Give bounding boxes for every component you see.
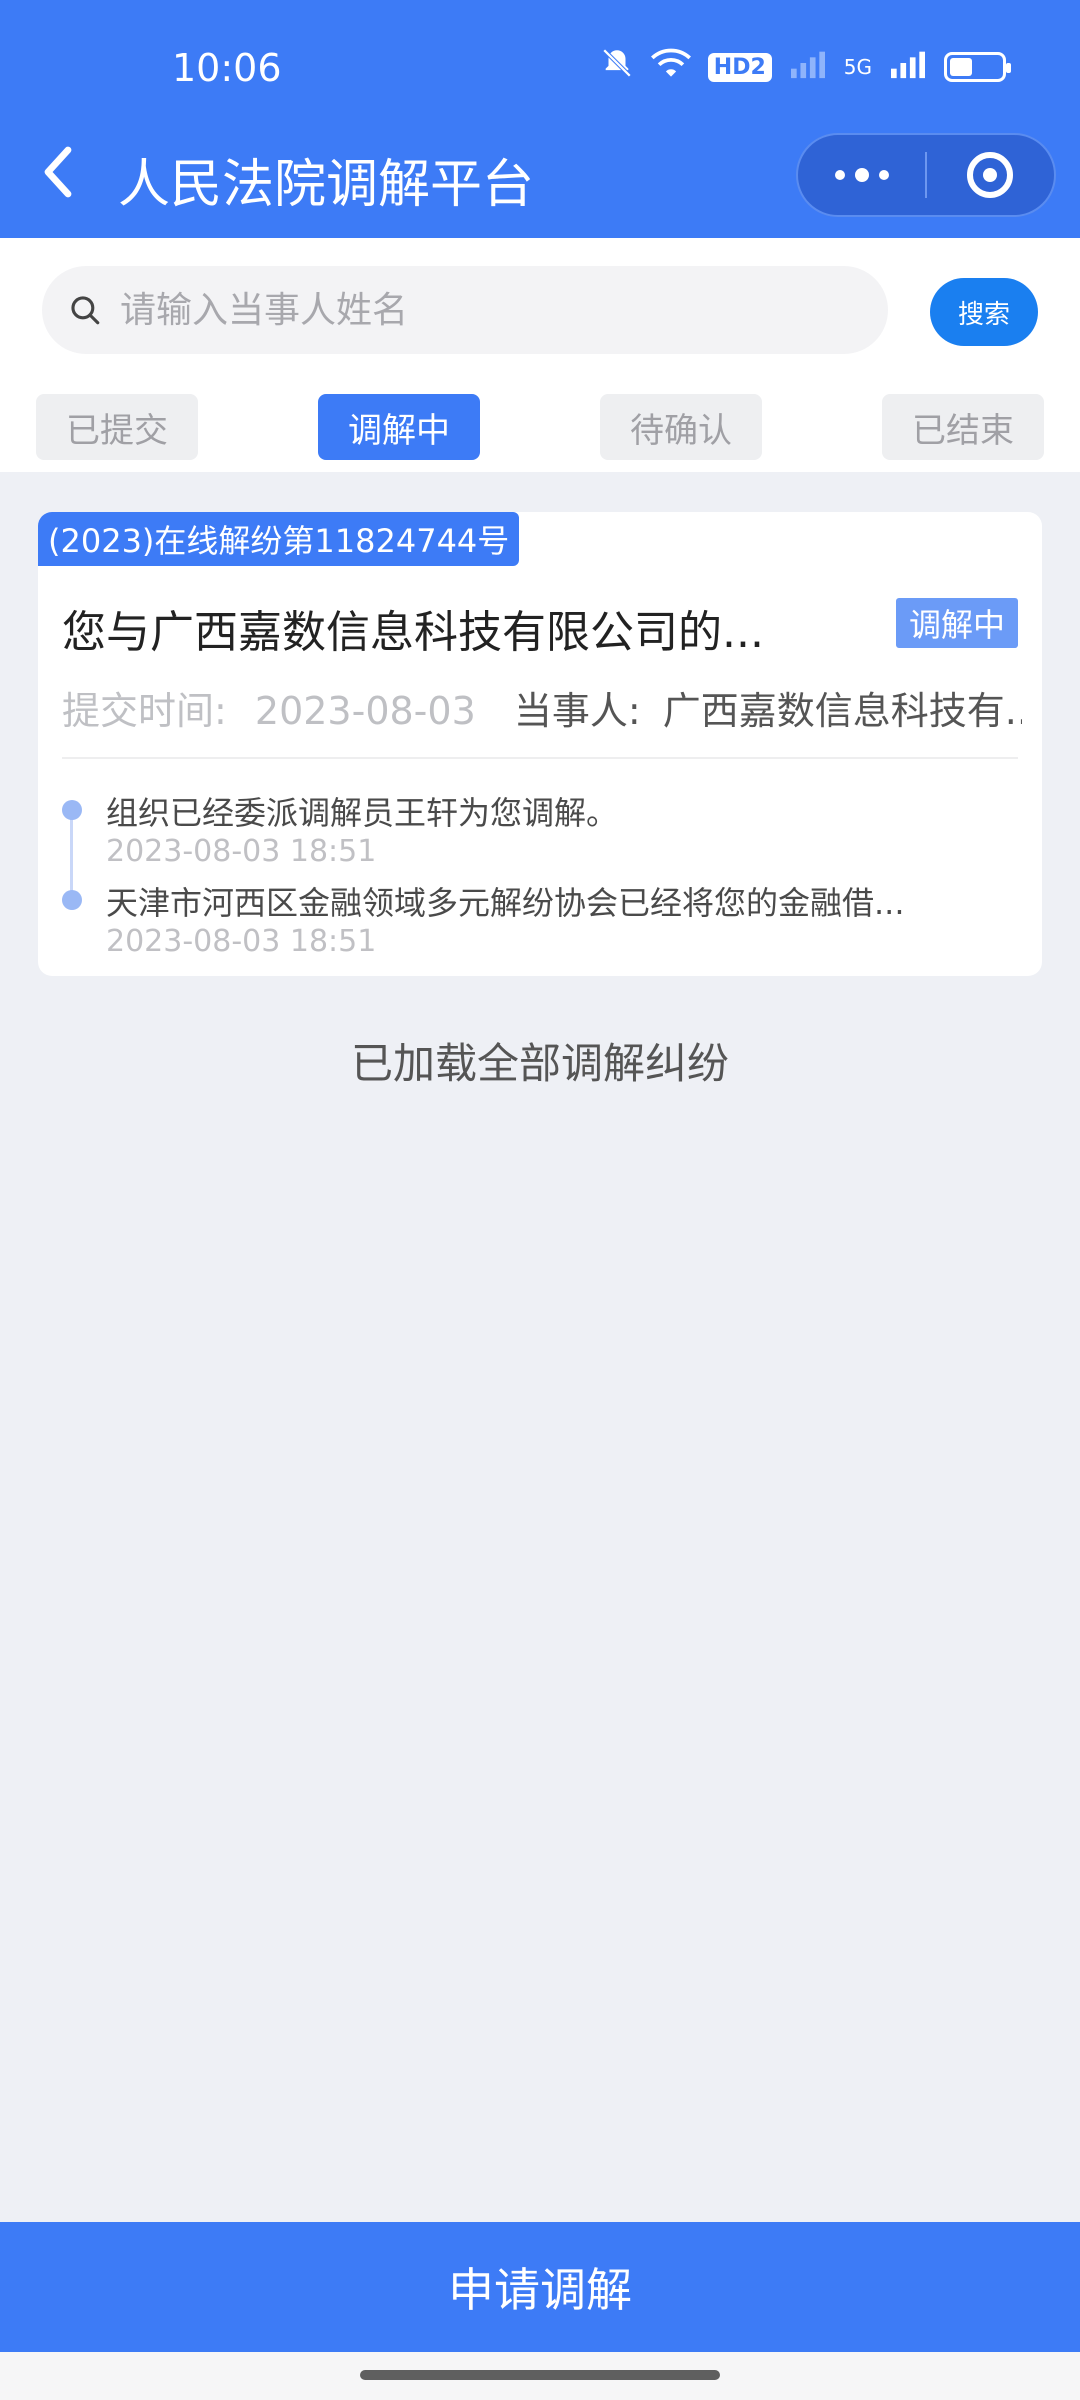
close-mini-program-button[interactable] <box>927 135 1054 215</box>
case-number-badge: (2023)在线解纷第11824744号 <box>38 512 520 566</box>
list-end-message: 已加载全部调解纠纷 <box>350 1039 729 1088</box>
timeline-item-text: 组织已经委派调解员王轩为您调解。 <box>106 794 619 832</box>
chevron-left-icon <box>44 146 72 198</box>
card-divider <box>62 757 1018 759</box>
timeline-dot <box>62 890 82 910</box>
tab-finished[interactable]: 已结束 <box>882 394 1044 460</box>
battery-icon <box>944 52 1011 82</box>
signal-icon-sim2 <box>888 46 928 88</box>
status-badge: 调解中 <box>896 598 1018 648</box>
status-icons: HD2 5G <box>600 46 1011 88</box>
more-dots-icon <box>834 170 845 180</box>
gesture-bar <box>0 2352 1080 2400</box>
timeline-item-time: 2023-08-03 18:51 <box>106 924 377 959</box>
signal-icon-sim1 <box>788 46 828 88</box>
wifi-icon <box>650 46 692 88</box>
search-icon <box>71 296 100 325</box>
hd-voice-icon: HD2 <box>707 52 772 82</box>
case-meta: 提交时间: 2023-08-03 当事人: 广西嘉数信息科技有... <box>62 680 1022 735</box>
tab-pending-confirmation[interactable]: 待确认 <box>600 394 762 460</box>
target-icon <box>967 152 1014 198</box>
tab-in-mediation[interactable]: 调解中 <box>318 394 480 460</box>
back-button[interactable] <box>38 142 78 202</box>
more-dots-icon-right <box>878 170 889 180</box>
tab-submitted[interactable]: 已提交 <box>36 394 198 460</box>
submit-date: 2023-08-03 <box>254 689 476 733</box>
party-name: 广西嘉数信息科技有... <box>662 689 1022 733</box>
submit-time-label: 提交时间: <box>62 689 227 733</box>
apply-mediation-button[interactable]: 申请调解 <box>0 2222 1080 2352</box>
timeline-item-text: 天津市河西区金融领域多元解纷协会已经将您的金融借... <box>106 884 905 922</box>
page-title: 人民法院调解平台 <box>118 155 535 215</box>
search-input[interactable] <box>120 289 880 331</box>
status-tabs: 已提交 调解中 待确认 已结束 <box>0 394 1080 464</box>
timeline-item-time: 2023-08-03 18:51 <box>106 834 377 869</box>
timeline-connector <box>70 812 73 902</box>
status-time: 10:06 <box>172 46 282 90</box>
case-card[interactable]: (2023)在线解纷第11824744号 您与广西嘉数信息科技有限公司的... … <box>38 512 1042 976</box>
mute-bell-icon <box>600 46 634 88</box>
timeline-dot <box>62 800 82 820</box>
more-dots-icon-center <box>854 168 869 182</box>
search-button[interactable]: 搜索 <box>930 278 1038 346</box>
search-box[interactable] <box>42 266 888 354</box>
search-area: 搜索 已提交 调解中 待确认 已结束 <box>0 238 1080 472</box>
case-title: 您与广西嘉数信息科技有限公司的... <box>62 607 764 658</box>
party-label: 当事人: <box>513 689 641 733</box>
home-indicator[interactable] <box>360 2370 720 2380</box>
network-type-label: 5G <box>843 55 872 79</box>
app-header: 10:06 HD2 5G 人民法院调解平台 <box>0 0 1080 238</box>
more-options-button[interactable] <box>798 135 925 215</box>
mini-program-capsule <box>796 133 1056 217</box>
